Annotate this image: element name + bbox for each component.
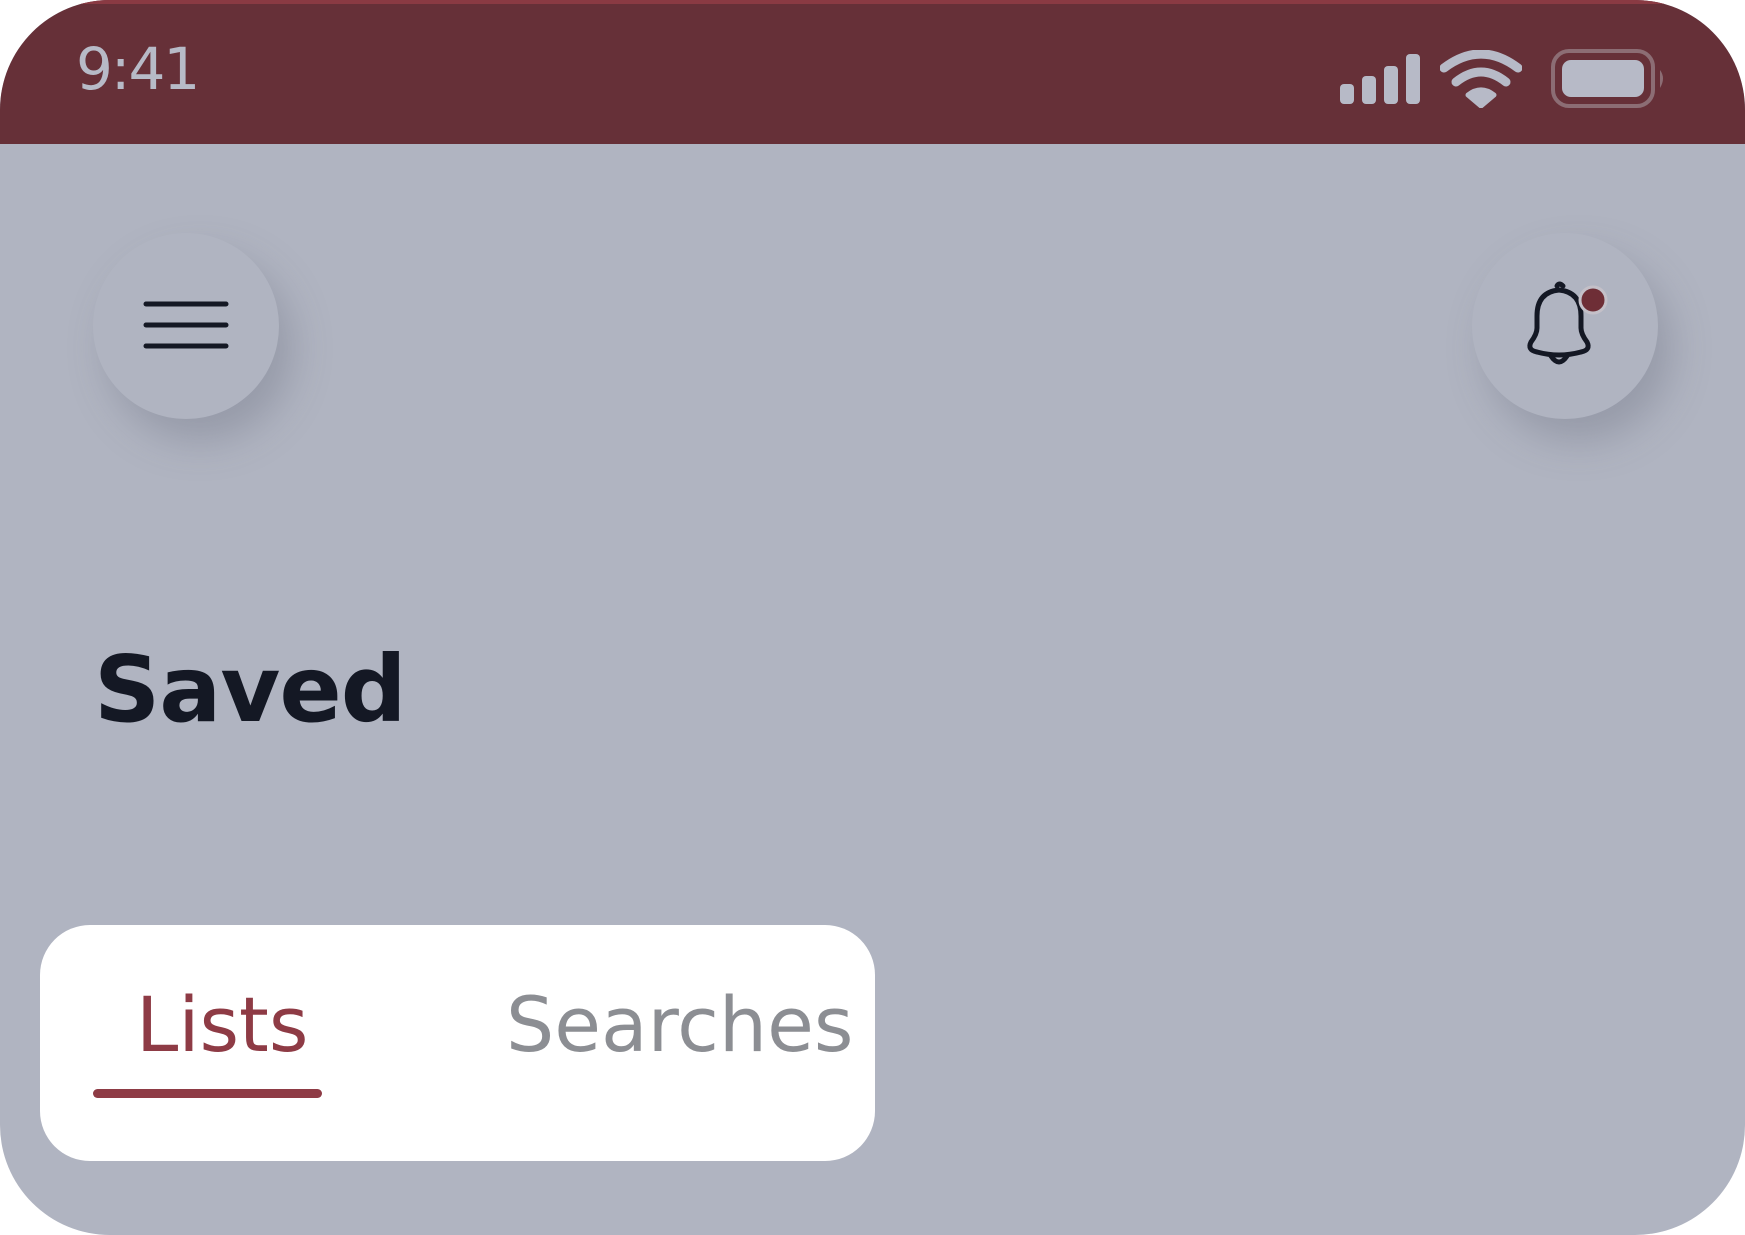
tabs-segmented-control: Lists Searches <box>40 925 875 1161</box>
hamburger-menu-icon <box>143 301 229 349</box>
menu-button[interactable] <box>93 233 279 419</box>
signal-icon <box>1340 54 1420 104</box>
notifications-button[interactable] <box>1472 233 1658 419</box>
status-bar: 9:41 <box>0 0 1745 144</box>
status-time: 9:41 <box>76 35 200 103</box>
bell-icon <box>1527 281 1608 365</box>
phone-screen: 9:41 Saved Lists Searches <box>0 0 1745 1235</box>
tab-searches[interactable]: Searches <box>506 987 853 1097</box>
wifi-icon <box>1440 50 1522 108</box>
battery-icon <box>1551 49 1663 108</box>
page-title: Saved <box>94 636 407 743</box>
notification-badge <box>1578 285 1608 315</box>
active-tab-indicator <box>93 1089 322 1098</box>
tab-lists[interactable]: Lists <box>136 987 308 1097</box>
